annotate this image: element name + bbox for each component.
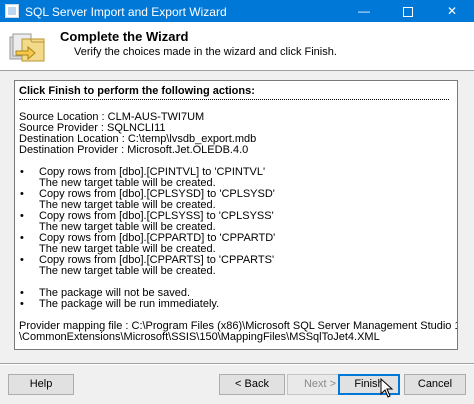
close-button[interactable]: ✕ [430, 0, 474, 22]
cancel-button[interactable]: Cancel [404, 374, 466, 395]
help-button[interactable]: Help [8, 374, 74, 395]
bullet: • [20, 210, 24, 222]
bullet: • [20, 298, 24, 310]
minimize-button[interactable]: — [342, 0, 386, 22]
action-note: The new target table will be created. [39, 265, 216, 277]
summary-heading: Click Finish to perform the following ac… [19, 85, 255, 97]
bullet: • [20, 166, 24, 178]
summary-panel[interactable]: Click Finish to perform the following ac… [14, 80, 458, 350]
action-text: Copy rows from [dbo].[CPLSYSD] to 'CPLSY… [39, 188, 275, 200]
action-item: • Copy rows from [dbo].[CPLSYSD] to 'CPLS… [19, 189, 449, 200]
back-button[interactable]: < Back [219, 374, 285, 395]
bullet: • [20, 254, 24, 266]
action-text: Copy rows from [dbo].[CPINTVL] to 'CPINT… [39, 166, 266, 178]
mouse-cursor-icon [380, 378, 394, 398]
mapping-file-line: \CommonExtensions\Microsoft\SSIS\150\Map… [19, 331, 380, 343]
wizard-header: Complete the Wizard Verify the choices m… [0, 22, 474, 71]
window-title: SQL Server Import and Export Wizard [25, 5, 227, 19]
action-item: • Copy rows from [dbo].[CPINTVL] to 'CPIN… [19, 167, 449, 178]
action-text: Copy rows from [dbo].[CPLSYSS] to 'CPLSY… [39, 210, 274, 222]
wizard-folder-icon [9, 33, 45, 62]
app-icon [5, 4, 19, 18]
footer-divider [0, 363, 474, 365]
action-item: • Copy rows from [dbo].[CPPARTS] to 'CPPA… [19, 255, 449, 266]
bullet: • [20, 232, 24, 244]
destination-provider: Destination Provider : Microsoft.Jet.OLE… [19, 144, 249, 156]
page-title: Complete the Wizard [60, 29, 189, 44]
action-text: Copy rows from [dbo].[CPPARTS] to 'CPPAR… [39, 254, 275, 266]
maximize-icon [403, 6, 413, 17]
action-text: Copy rows from [dbo].[CPPARTD] to 'CPPAR… [39, 232, 276, 244]
package-note: • The package will be run immediately. [19, 299, 449, 310]
package-note-text: The package will be run immediately. [39, 298, 220, 310]
maximize-button[interactable] [386, 0, 430, 22]
action-item: • Copy rows from [dbo].[CPLSYSS] to 'CPLS… [19, 211, 449, 222]
action-item: • Copy rows from [dbo].[CPPARTD] to 'CPPA… [19, 233, 449, 244]
title-bar: SQL Server Import and Export Wizard — ✕ [0, 0, 474, 22]
bullet: • [20, 188, 24, 200]
page-subtitle: Verify the choices made in the wizard an… [74, 46, 337, 58]
